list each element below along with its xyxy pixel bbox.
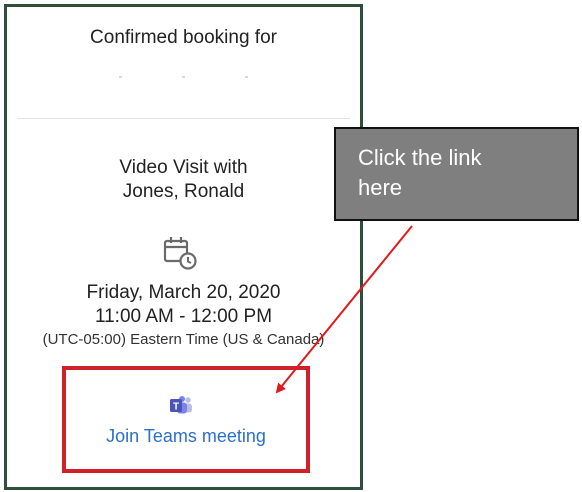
callout-line-1: Click the link — [358, 145, 482, 170]
highlight-box — [62, 366, 310, 473]
visit-title: Video Visit with Jones, Ronald — [7, 156, 360, 204]
visit-type: Video Visit with — [119, 157, 248, 178]
instruction-callout: Click the link here — [334, 127, 579, 221]
appointment-time: 11:00 AM - 12:00 PM — [94, 306, 273, 327]
appointment-date: Friday, March 20, 2020 — [86, 282, 281, 303]
provider-name: Jones, Ronald — [122, 181, 245, 202]
booking-heading: Confirmed booking for — [90, 27, 277, 48]
svg-text:T: T — [173, 402, 179, 413]
callout-line-2: here — [358, 175, 403, 200]
calendar-clock-icon — [163, 237, 197, 270]
divider — [17, 118, 350, 119]
appointment-datetime: Friday, March 20, 2020 11:00 AM - 12:00 … — [4, 281, 363, 329]
redacted-name — [7, 65, 360, 85]
appointment-timezone: (UTC-05:00) Eastern Time (US & Canada) — [42, 331, 325, 348]
teams-icon[interactable]: T — [169, 395, 193, 415]
join-teams-link[interactable]: Join Teams meeting — [62, 426, 310, 447]
